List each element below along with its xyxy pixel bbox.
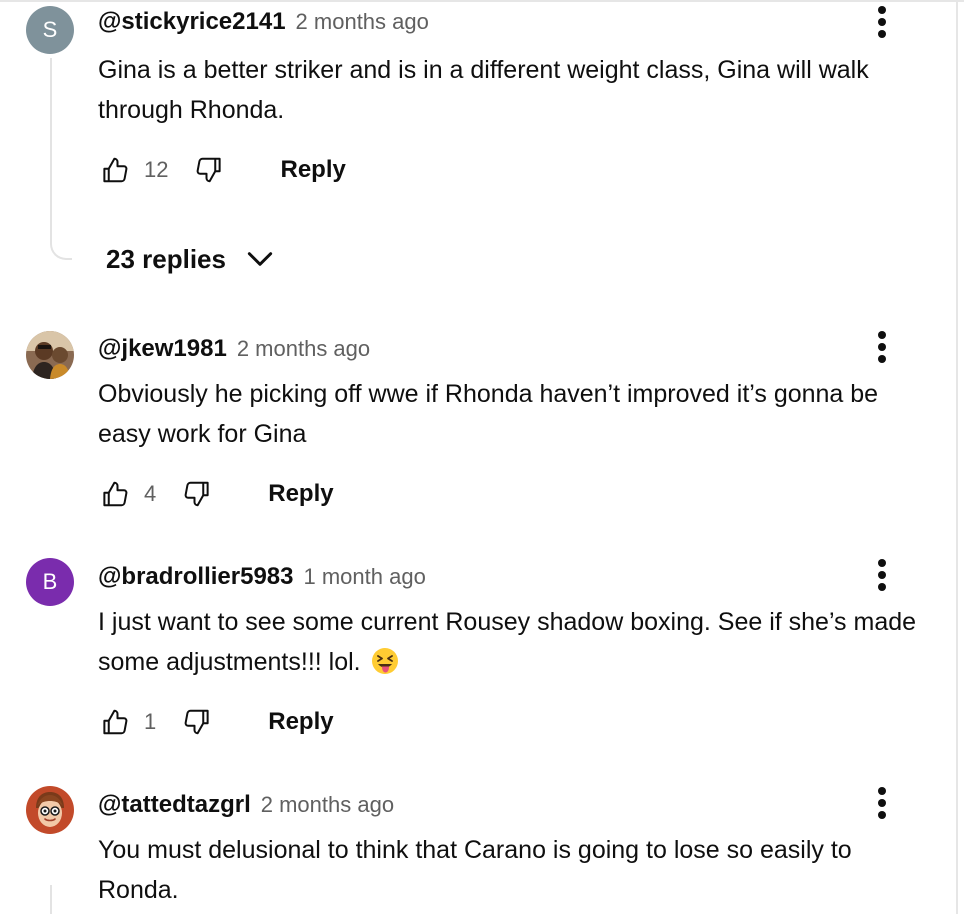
- thumbs-up-icon[interactable]: [98, 705, 132, 739]
- comment-actions: 1 Reply: [98, 702, 334, 742]
- reply-button[interactable]: Reply: [268, 708, 333, 736]
- thumbs-down-icon[interactable]: [180, 477, 214, 511]
- reply-thread-line: [50, 885, 52, 914]
- comment-time[interactable]: 2 months ago: [237, 336, 370, 362]
- chevron-down-icon: [247, 252, 273, 266]
- scroll-edge: [956, 0, 958, 914]
- comment-header: @jkew1981 2 months ago: [98, 335, 370, 363]
- comment-text: Gina is a better striker and is in a dif…: [98, 56, 869, 124]
- like-count: 1: [144, 709, 157, 734]
- comment-time[interactable]: 1 month ago: [304, 564, 426, 590]
- comment-text: Obviously he picking off wwe if Rhonda h…: [98, 380, 879, 448]
- more-vert-icon[interactable]: [870, 785, 894, 821]
- more-vert-icon[interactable]: [870, 557, 894, 593]
- avatar-letter: B: [42, 569, 58, 594]
- like-count: 12: [144, 157, 169, 182]
- more-vert-icon[interactable]: [870, 329, 894, 365]
- comment-time[interactable]: 2 months ago: [296, 9, 429, 35]
- author-name[interactable]: @stickyrice2141: [98, 8, 286, 36]
- squinting-face-with-tongue-icon: [371, 648, 398, 674]
- thumbs-up-icon[interactable]: [98, 153, 132, 187]
- avatar[interactable]: [26, 331, 74, 379]
- comment-text: I just want to see some current Rousey s…: [98, 608, 917, 676]
- replies-count-label: 23 replies: [106, 243, 226, 274]
- comment-header: @stickyrice2141 2 months ago: [98, 8, 429, 36]
- top-border: [0, 0, 964, 2]
- comment-time[interactable]: 2 months ago: [261, 792, 394, 818]
- reply-thread-line: [50, 58, 72, 260]
- view-replies-button[interactable]: 23 replies: [106, 243, 276, 275]
- comment-text: You must delusional to think that Carano…: [98, 836, 852, 904]
- avatar[interactable]: S: [26, 6, 74, 54]
- thumbs-up-icon[interactable]: [98, 477, 132, 511]
- comment-actions: 4 Reply: [98, 474, 334, 514]
- author-name[interactable]: @bradrollier5983: [98, 563, 294, 591]
- avatar[interactable]: B: [26, 558, 74, 606]
- avatar[interactable]: [26, 786, 74, 834]
- avatar-letter: S: [42, 17, 58, 42]
- like-count: 4: [144, 481, 157, 506]
- thumbs-down-icon[interactable]: [192, 153, 226, 187]
- comment-text-block: I just want to see some current Rousey s…: [98, 602, 918, 682]
- comment-actions: 12 Reply: [98, 150, 346, 190]
- comment-header: @tattedtazgrl 2 months ago: [98, 791, 394, 819]
- comment-header: @bradrollier5983 1 month ago: [98, 563, 426, 591]
- thumbs-down-icon[interactable]: [180, 705, 214, 739]
- more-vert-icon[interactable]: [870, 4, 894, 40]
- author-name[interactable]: @jkew1981: [98, 335, 227, 363]
- reply-button[interactable]: Reply: [268, 480, 333, 508]
- reply-button[interactable]: Reply: [280, 156, 345, 184]
- author-name[interactable]: @tattedtazgrl: [98, 791, 251, 819]
